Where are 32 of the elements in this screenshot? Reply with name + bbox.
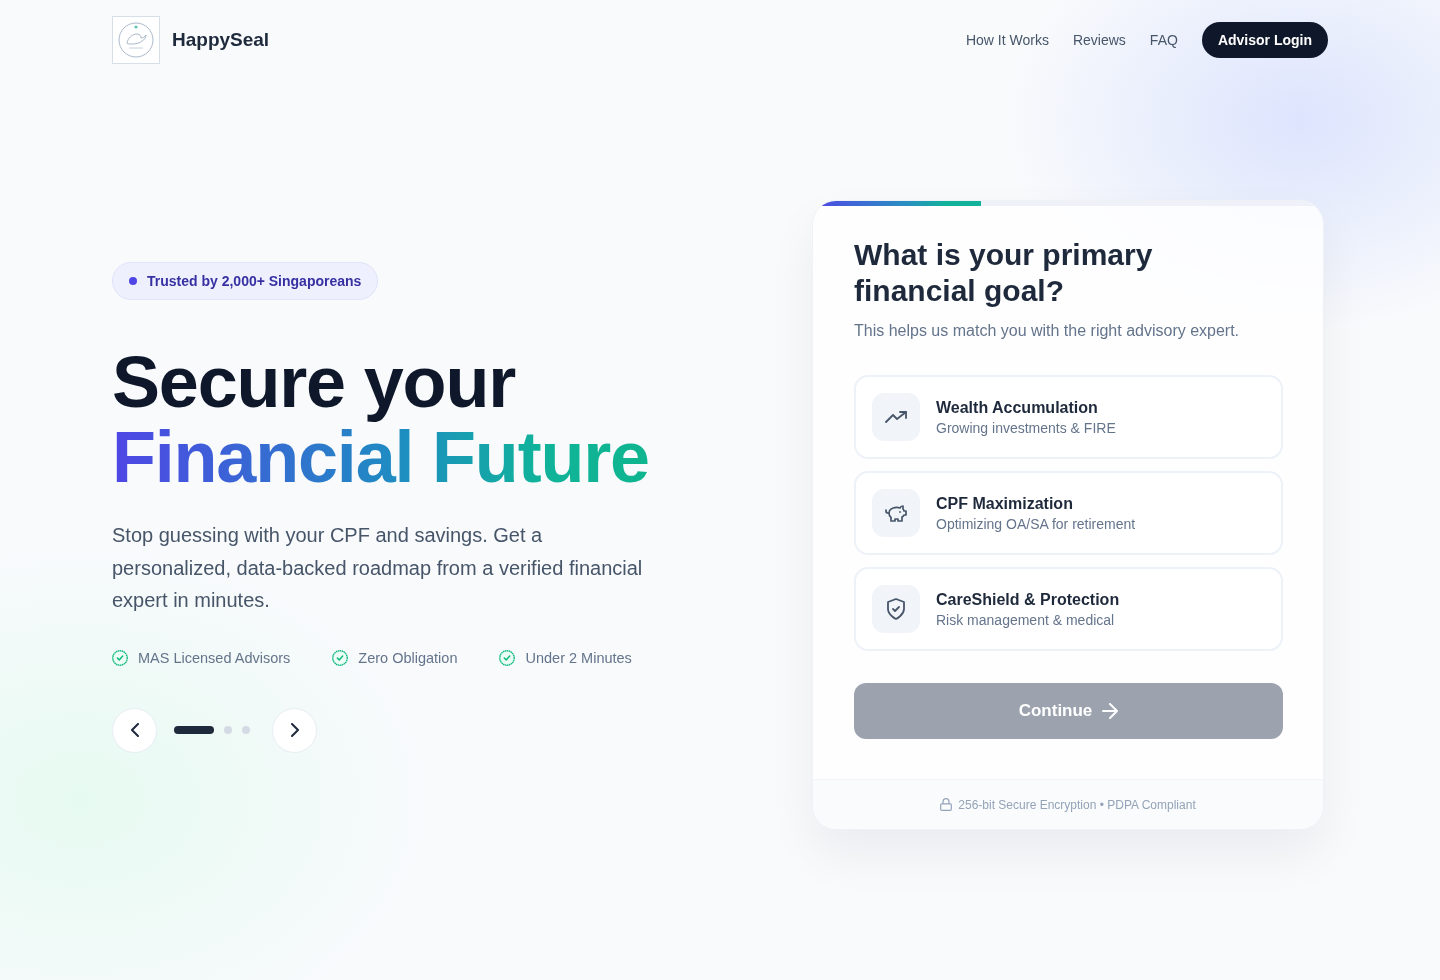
piggy-bank-icon — [885, 504, 907, 522]
nav-link[interactable]: Reviews — [1072, 32, 1126, 48]
question-title: What is your primary financial goal? — [854, 237, 1154, 309]
brand-name: HappySeal — [172, 29, 270, 51]
hero-description: Stop guessing with your CPF and savings. Get a personalized, data-backed roadmap from a verified financial expert in minutes. — [112, 523, 644, 613]
question-subtitle: This helps us match you with the right advisory expert. — [854, 321, 1241, 341]
carousel-dot[interactable] — [242, 726, 250, 734]
feature-label: Under 2 Minutes — [525, 649, 632, 666]
next-button[interactable] — [272, 707, 317, 753]
check-circle-icon — [112, 649, 128, 666]
goal-option[interactable]: Wealth Accumulation Growing investments & FIRE — [854, 375, 1283, 459]
previous-button[interactable] — [112, 707, 157, 753]
nav-link[interactable]: FAQ — [1149, 32, 1178, 48]
advisor-login-button[interactable]: Advisor Login — [1201, 22, 1328, 58]
arrow-right-icon — [1102, 703, 1119, 719]
check-circle-icon — [499, 649, 516, 666]
nav-link[interactable]: How It Works — [965, 32, 1049, 48]
feature-label: Zero Obligation — [358, 649, 458, 666]
chevron-right-icon — [290, 723, 299, 737]
trust-badge-text: Trusted by 2,000+ Singaporeans — [147, 273, 362, 289]
carousel-dot[interactable] — [224, 726, 232, 734]
trending-up-icon — [885, 411, 907, 423]
goal-option[interactable]: CareShield & Protection Risk management & medical — [854, 567, 1283, 651]
chevron-left-icon — [130, 723, 139, 737]
goal-option[interactable]: CPF Maximization Optimizing OA/SA for retirement — [854, 471, 1283, 555]
security-note: 256-bit Secure Encryption • PDPA Compliant — [958, 797, 1196, 812]
seal-logo-icon — [112, 16, 160, 64]
check-circle-icon — [332, 649, 349, 666]
dot-icon — [129, 277, 137, 285]
shield-check-icon — [887, 598, 905, 620]
feature-label: MAS Licensed Advisors — [138, 649, 291, 666]
lock-icon — [940, 798, 953, 811]
